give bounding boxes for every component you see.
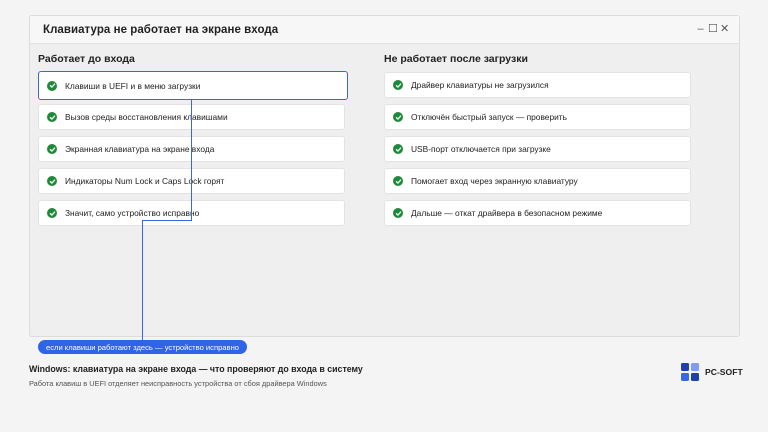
close-button[interactable]: ✕ [720, 23, 729, 35]
check-icon [47, 144, 57, 154]
caption-title: Windows: клавиатура на экране входа — чт… [29, 364, 363, 374]
connector-line [191, 100, 192, 220]
left-column-item[interactable]: Клавиши в UEFI и в меню загрузки [38, 71, 348, 100]
check-icon [393, 112, 403, 122]
right-column-heading: Не работает после загрузки [384, 53, 528, 65]
check-icon [393, 80, 403, 90]
left-column-heading: Работает до входа [38, 53, 135, 65]
check-icon [47, 176, 57, 186]
item-label: USB-порт отключается при загрузке [411, 144, 551, 154]
item-label: Вызов среды восстановления клавишами [65, 112, 228, 122]
window-title: Клавиатура не работает на экране входа [43, 23, 279, 36]
brand-logo: PC-SOFT [681, 363, 743, 381]
check-icon [47, 112, 57, 122]
title-bar: Клавиатура не работает на экране входа –… [30, 16, 739, 44]
check-icon [393, 144, 403, 154]
brand-name: PC-SOFT [705, 367, 743, 377]
item-label: Драйвер клавиатуры не загрузился [411, 80, 549, 90]
check-icon [47, 208, 57, 218]
check-icon [393, 176, 403, 186]
right-column-item[interactable]: Дальше — откат драйвера в безопасном реж… [384, 200, 691, 226]
minimize-button[interactable]: – [696, 23, 705, 35]
connector-line [142, 220, 143, 340]
check-icon [393, 208, 403, 218]
logo-mark-icon [681, 363, 699, 381]
item-label: Помогает вход через экранную клавиатуру [411, 176, 578, 186]
item-label: Дальше — откат драйвера в безопасном реж… [411, 208, 603, 218]
item-label: Индикаторы Num Lock и Caps Lock горят [65, 176, 225, 186]
connector-line [142, 220, 192, 221]
caption-subtitle: Работа клавиш в UEFI отделяет неисправно… [29, 379, 327, 388]
item-label: Значит, само устройство исправно [65, 208, 200, 218]
check-icon [47, 80, 57, 91]
right-column-item[interactable]: Драйвер клавиатуры не загрузился [384, 72, 691, 98]
right-column-item[interactable]: Отключён быстрый запуск — проверить [384, 104, 691, 130]
maximize-button[interactable]: ☐ [708, 23, 718, 35]
right-column-item[interactable]: Помогает вход через экранную клавиатуру [384, 168, 691, 194]
right-column-item[interactable]: USB-порт отключается при загрузке [384, 136, 691, 162]
item-label: Клавиши в UEFI и в меню загрузки [65, 80, 201, 91]
item-label: Отключён быстрый запуск — проверить [411, 112, 567, 122]
callout-badge: если клавиши работают здесь — устройство… [38, 340, 247, 354]
window-controls: – ☐ ✕ [696, 23, 729, 35]
